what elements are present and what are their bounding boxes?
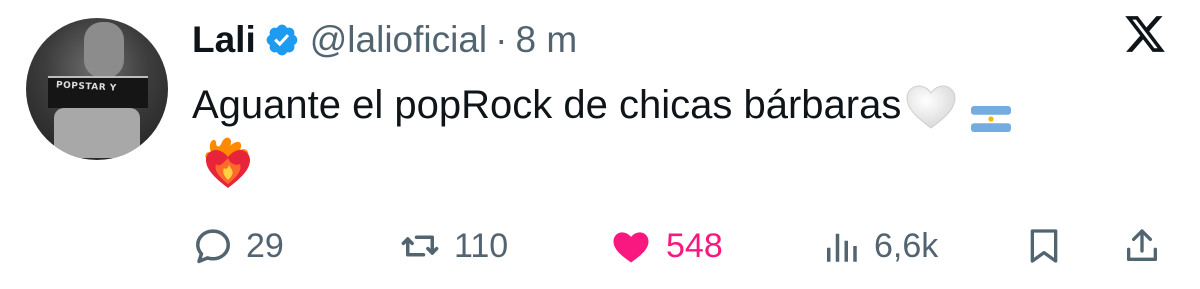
- tweet-text: Aguante el popRock de chicas bárbaras: [192, 80, 1172, 192]
- views-count: 6,6k: [874, 226, 939, 265]
- reply-count: 29: [246, 226, 284, 265]
- reply-icon: [192, 225, 234, 267]
- like-button[interactable]: 548: [608, 218, 723, 274]
- retweet-count: 110: [454, 226, 509, 265]
- bookmark-button[interactable]: [1024, 218, 1064, 274]
- like-count: 548: [666, 226, 723, 265]
- header-separator: ·: [495, 19, 508, 60]
- share-icon: [1122, 225, 1162, 267]
- verified-badge-icon: [264, 22, 300, 58]
- author-name[interactable]: Lali: [192, 19, 256, 61]
- retweet-button[interactable]: 110: [398, 218, 508, 274]
- bookmark-icon: [1024, 225, 1064, 267]
- argentina-flag-icon: [971, 94, 1012, 133]
- avatar-arm: [84, 22, 124, 78]
- avatar[interactable]: POPSTAR Y: [26, 18, 168, 160]
- avatar-body: [54, 108, 140, 158]
- views-button[interactable]: 6,6k: [820, 218, 938, 274]
- views-chart-icon: [820, 225, 862, 267]
- retweet-icon: [398, 225, 442, 267]
- heart-on-fire-icon: [198, 134, 258, 192]
- x-logo-icon[interactable]: [1122, 12, 1168, 56]
- tweet-header: Lali @lalioficial · 8 m: [192, 16, 577, 64]
- reply-button[interactable]: 29: [192, 218, 284, 274]
- tweet-text-content: Aguante el popRock de chicas bárbaras: [192, 83, 902, 127]
- white-heart-icon: [905, 84, 957, 130]
- share-button[interactable]: [1122, 218, 1162, 274]
- timestamp[interactable]: 8 m: [515, 19, 577, 61]
- author-handle[interactable]: @lalioficial: [310, 19, 487, 61]
- heart-filled-icon: [608, 225, 654, 267]
- tweet-actions: 29 110 548 6,6k: [190, 218, 1170, 274]
